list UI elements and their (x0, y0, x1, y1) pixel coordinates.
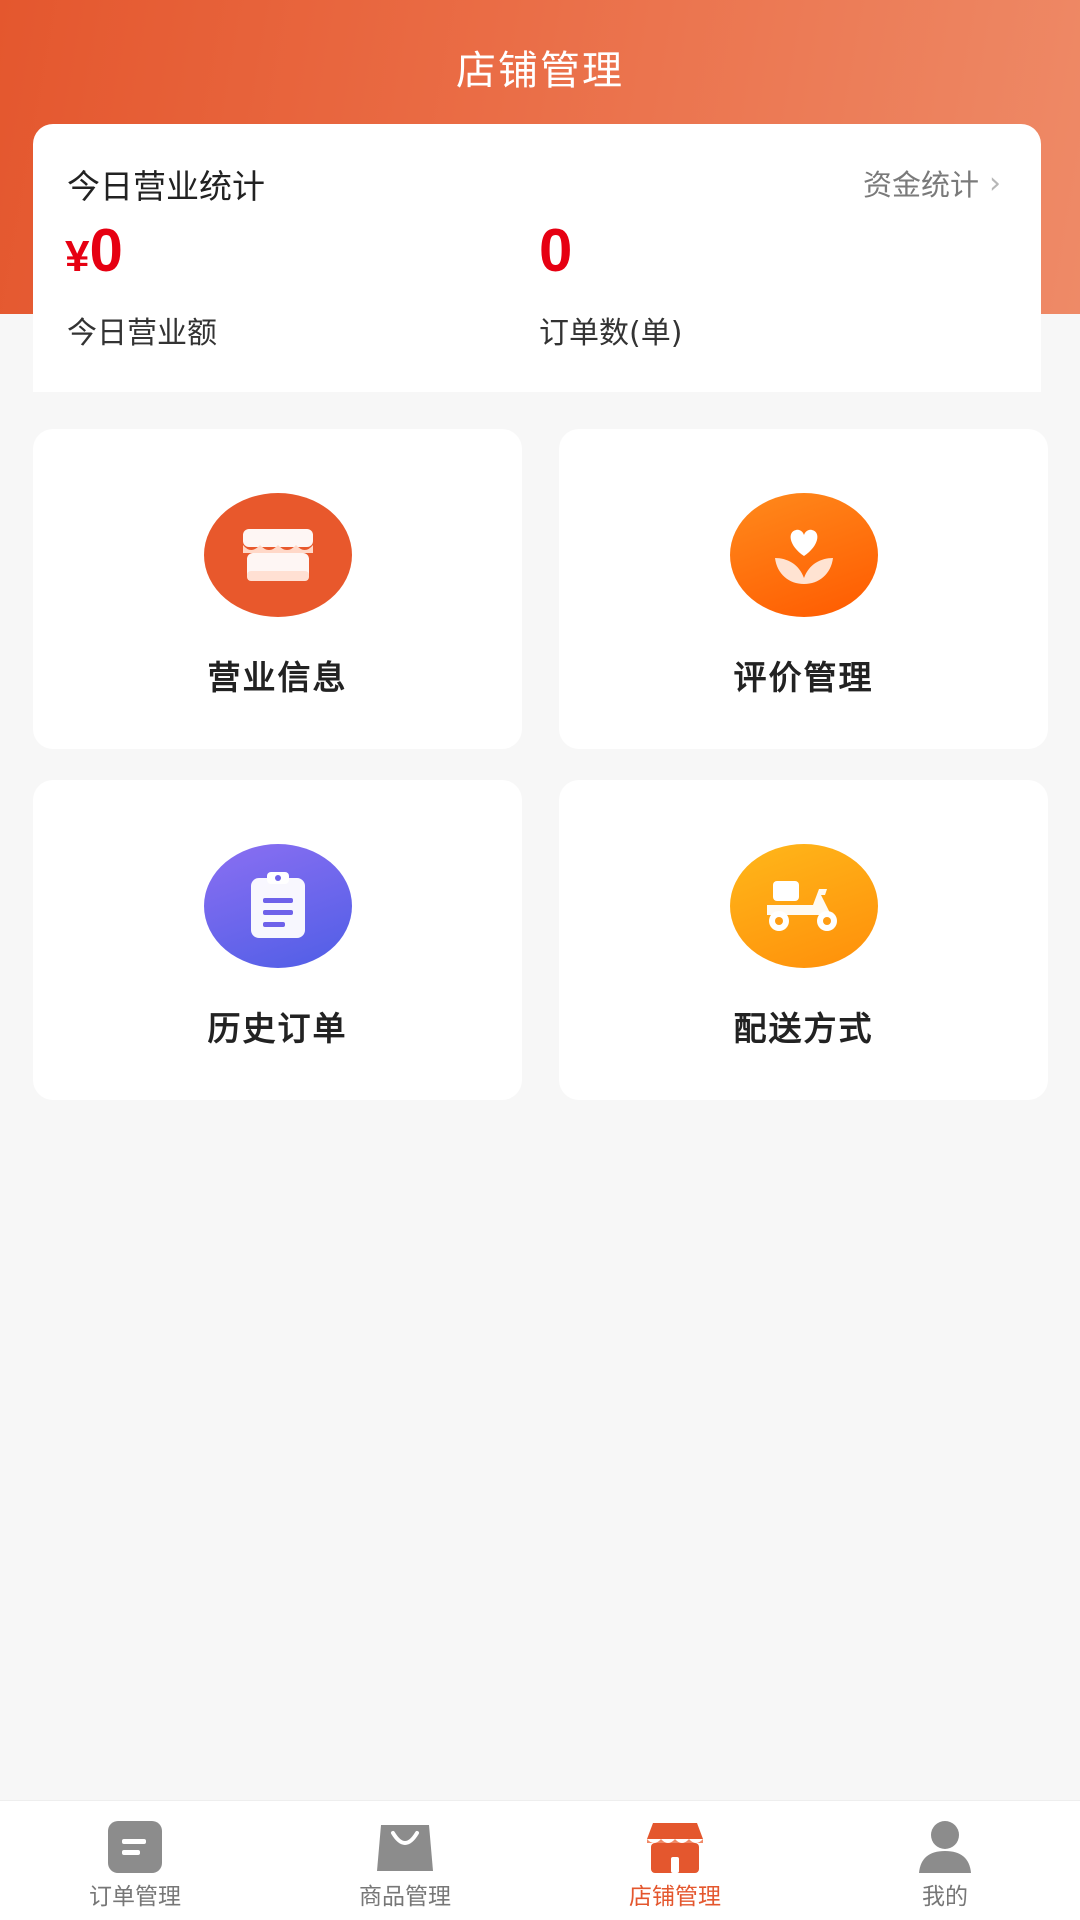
revenue-value: ¥0 (65, 216, 123, 285)
orders-number: 0 (539, 217, 573, 284)
tab-product-management[interactable]: 商品管理 (270, 1801, 540, 1920)
scooter-icon (730, 844, 878, 968)
order-doc-icon (105, 1819, 165, 1875)
tab-label: 商品管理 (359, 1884, 451, 1910)
fund-stats-link[interactable]: 资金统计 › (863, 162, 1001, 204)
shop-icon (204, 493, 352, 617)
shopping-bag-icon (375, 1819, 435, 1875)
tab-label: 订单管理 (89, 1884, 181, 1910)
tile-delivery-method[interactable]: 配送方式 (559, 780, 1048, 1100)
revenue-label: 今日营业额 (67, 316, 217, 351)
tile-label: 评价管理 (733, 658, 874, 697)
page-title: 店铺管理 (456, 48, 624, 94)
tile-business-info[interactable]: 营业信息 (33, 429, 522, 749)
tab-order-management[interactable]: 订单管理 (0, 1801, 270, 1920)
heart-flower-icon (730, 493, 878, 617)
orders-value: 0 (539, 216, 572, 285)
fund-stats-label: 资金统计 (862, 168, 979, 202)
chevron-right-icon: › (989, 165, 1001, 201)
tab-store-management[interactable]: 店铺管理 (540, 1801, 810, 1920)
tile-order-history[interactable]: 历史订单 (33, 780, 522, 1100)
revenue-number: 0 (89, 217, 123, 284)
stats-card: 今日营业统计 资金统计 › ¥0 今日营业额 0 订单数(单) (33, 124, 1041, 392)
orders-label: 订单数(单) (539, 316, 683, 351)
user-icon (915, 1819, 975, 1875)
bottom-tab-bar: 订单管理 商品管理 店铺管理 我的 (0, 1800, 1080, 1920)
currency-symbol: ¥ (65, 232, 90, 281)
stats-title: 今日营业统计 (67, 167, 265, 206)
shop-icon (645, 1819, 705, 1875)
tile-label: 配送方式 (733, 1009, 874, 1048)
tile-review-management[interactable]: 评价管理 (559, 429, 1048, 749)
tab-me[interactable]: 我的 (810, 1801, 1080, 1920)
tab-label: 店铺管理 (629, 1884, 721, 1910)
tile-label: 历史订单 (207, 1009, 348, 1048)
tab-label: 我的 (922, 1884, 968, 1910)
clipboard-icon (204, 844, 352, 968)
tile-label: 营业信息 (207, 658, 348, 697)
